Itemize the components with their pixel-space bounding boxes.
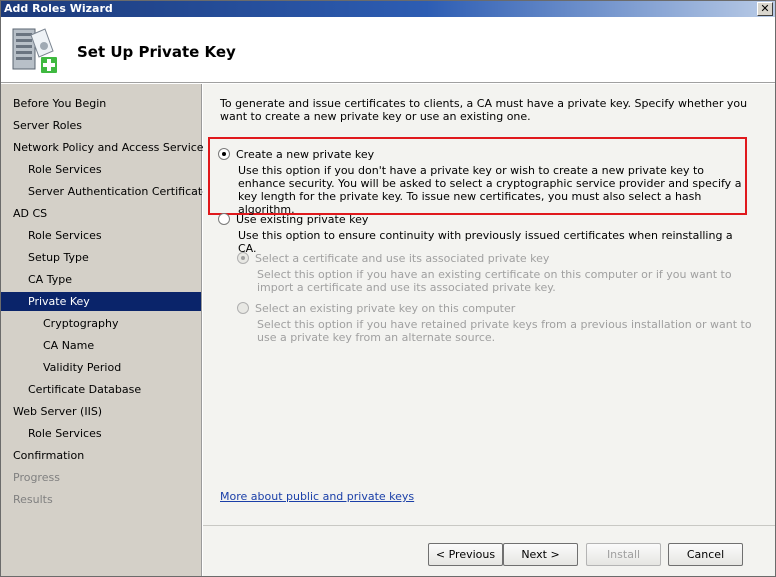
install-button[interactable]: Install bbox=[586, 543, 661, 566]
sidebar-item-server-authentication-certificate[interactable]: Server Authentication Certificate bbox=[1, 182, 209, 201]
sidebar-item-server-roles[interactable]: Server Roles bbox=[1, 116, 201, 135]
previous-button[interactable]: < Previous bbox=[428, 543, 503, 566]
sidebar-item-confirmation[interactable]: Confirmation bbox=[1, 446, 201, 465]
wizard-steps-sidebar: Before You Begin Server Roles Network Poli… bbox=[1, 84, 209, 576]
keys-help-link[interactable]: More about public and private keys bbox=[220, 490, 414, 503]
add-roles-wizard-window: Add Roles Wizard ✕ Set Up Private Key Be… bbox=[0, 0, 776, 577]
sidebar-item-certificate-database[interactable]: Certificate Database bbox=[1, 380, 201, 399]
close-button[interactable]: ✕ bbox=[757, 2, 773, 16]
next-button[interactable]: Next > bbox=[503, 543, 578, 566]
sidebar-item-private-key[interactable]: Private Key bbox=[1, 292, 201, 311]
sidebar-item-network-policy-and-access-services[interactable]: Network Policy and Access Services bbox=[1, 138, 209, 157]
select-existing-key-desc: Select this option if you have retained … bbox=[257, 318, 752, 344]
select-certificate-desc: Select this option if you have an existi… bbox=[257, 268, 732, 294]
window-title: Add Roles Wizard bbox=[4, 2, 113, 15]
sidebar-item-web-server-iis[interactable]: Web Server (IIS) bbox=[1, 402, 201, 421]
create-new-key-desc: Use this option if you don't have a priv… bbox=[238, 164, 742, 216]
select-existing-key-radio[interactable] bbox=[237, 302, 249, 314]
select-certificate-label: Select a certificate and use its associa… bbox=[255, 252, 550, 265]
sidebar-item-results: Results bbox=[13, 493, 53, 506]
close-icon: ✕ bbox=[760, 2, 770, 15]
intro-text: To generate and issue certificates to cl… bbox=[220, 97, 748, 123]
use-existing-key-radio[interactable] bbox=[218, 213, 230, 225]
sidebar-item-role-services[interactable]: Role Services bbox=[1, 424, 201, 443]
sidebar-item-ca-name[interactable]: CA Name bbox=[1, 336, 201, 355]
sidebar-item-role-services[interactable]: Role Services bbox=[1, 160, 201, 179]
sidebar-item-setup-type[interactable]: Setup Type bbox=[1, 248, 201, 267]
title-bar: Add Roles Wizard ✕ bbox=[1, 1, 775, 17]
sidebar-item-before-you-begin[interactable]: Before You Begin bbox=[1, 94, 201, 113]
use-existing-key-label: Use existing private key bbox=[236, 213, 369, 226]
wizard-footer: < Previous Next > Install Cancel bbox=[203, 525, 775, 576]
sidebar-item-ad-cs[interactable]: AD CS bbox=[1, 204, 201, 223]
sidebar-item-role-services[interactable]: Role Services bbox=[1, 226, 201, 245]
select-existing-key-label: Select an existing private key on this c… bbox=[255, 302, 516, 315]
sidebar-item-progress: Progress bbox=[13, 471, 60, 484]
wizard-header: Set Up Private Key bbox=[1, 17, 775, 83]
create-new-key-radio[interactable] bbox=[218, 148, 230, 160]
cancel-button[interactable]: Cancel bbox=[668, 543, 743, 566]
server-add-icon bbox=[12, 28, 57, 73]
create-new-key-label: Create a new private key bbox=[236, 148, 375, 161]
main-content: To generate and issue certificates to cl… bbox=[203, 84, 775, 525]
sidebar-item-cryptography[interactable]: Cryptography bbox=[1, 314, 201, 333]
select-certificate-radio[interactable] bbox=[237, 252, 249, 264]
page-title: Set Up Private Key bbox=[77, 43, 236, 61]
sidebar-item-validity-period[interactable]: Validity Period bbox=[1, 358, 201, 377]
sidebar-item-ca-type[interactable]: CA Type bbox=[1, 270, 201, 289]
